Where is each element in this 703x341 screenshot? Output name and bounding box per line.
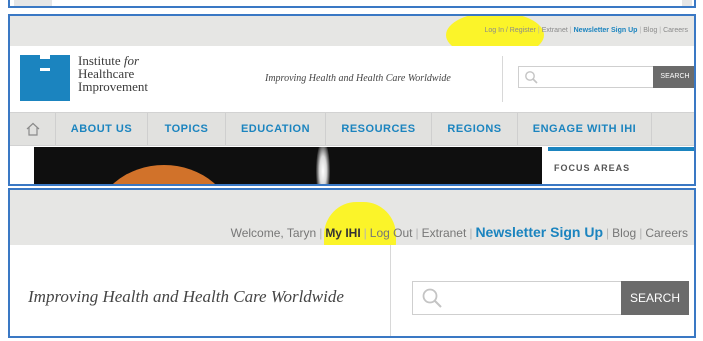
header-divider <box>502 56 503 102</box>
utility-links: Log In / Register | Extranet | Newsletter Si… <box>485 27 688 34</box>
log-out-link[interactable]: Log Out <box>370 226 413 240</box>
site-header: Improving Health and Health Care Worldwi… <box>10 245 694 336</box>
header-divider <box>390 245 391 336</box>
nav-about-us[interactable]: ABOUT US <box>56 113 148 145</box>
previous-screenshot-edge <box>0 0 703 12</box>
newsletter-link[interactable]: Newsletter Sign Up <box>475 224 603 240</box>
nav-regions[interactable]: REGIONS <box>432 113 518 145</box>
nav-resources[interactable]: RESOURCES <box>326 113 432 145</box>
search-input[interactable] <box>412 281 622 315</box>
logo-line-improvement: Improvement <box>78 79 149 94</box>
screenshot-frame <box>8 0 696 8</box>
screenshot-logged-out: Log In / Register | Extranet | Newsletter Si… <box>8 14 696 186</box>
focus-areas-accent <box>548 147 694 151</box>
login-register-link[interactable]: Log In / Register <box>485 27 536 34</box>
main-nav: ABOUT US TOPICS EDUCATION RESOURCES REGI… <box>10 112 694 146</box>
separator: | <box>606 226 610 240</box>
hero-orange-circle <box>94 165 234 184</box>
home-icon <box>26 122 40 136</box>
search-icon <box>422 288 442 308</box>
careers-link[interactable]: Careers <box>663 27 688 34</box>
nav-education[interactable]: EDUCATION <box>226 113 326 145</box>
ihi-logo-icon[interactable] <box>20 55 70 101</box>
screenshot-logged-in: Welcome, Taryn | My IHI | Log Out | Extranet | N… <box>8 188 696 338</box>
tagline: Improving Health and Health Care Worldwi… <box>265 73 451 84</box>
separator: | <box>639 226 643 240</box>
nav-home[interactable] <box>10 113 56 145</box>
newsletter-link[interactable]: Newsletter Sign Up <box>574 27 638 34</box>
nav-engage-with-ihi[interactable]: ENGAGE WITH IHI <box>518 113 652 145</box>
blog-link[interactable]: Blog <box>643 27 657 34</box>
hero-image[interactable] <box>34 147 542 184</box>
utility-bar: Welcome, Taryn | My IHI | Log Out | Extranet | N… <box>10 190 694 276</box>
separator: | <box>415 226 419 240</box>
welcome-text: Welcome, Taryn <box>230 226 317 240</box>
careers-link[interactable]: Careers <box>645 226 688 240</box>
scrollbar-remnant-right <box>682 0 692 6</box>
nav-topics[interactable]: TOPICS <box>148 113 226 145</box>
focus-areas-panel: FOCUS AREAS <box>548 147 694 184</box>
search-button[interactable]: SEARCH <box>653 66 694 88</box>
logo-wordmark[interactable]: Institute for Healthcare Improvement <box>78 54 148 93</box>
scrollbar-remnant <box>14 0 52 6</box>
site-header: Institute for Healthcare Improvement Imp… <box>10 46 694 110</box>
utility-links: Welcome, Taryn | My IHI | Log Out | Extranet | N… <box>231 224 688 240</box>
extranet-link[interactable]: Extranet <box>542 27 568 34</box>
search-button[interactable]: SEARCH <box>621 281 689 315</box>
utility-bar: Log In / Register | Extranet | Newsletter Si… <box>10 16 694 58</box>
separator: | <box>363 226 367 240</box>
separator: | <box>319 226 323 240</box>
search-icon <box>525 71 538 84</box>
blog-link[interactable]: Blog <box>612 226 636 240</box>
my-ihi-link[interactable]: My IHI <box>325 226 360 240</box>
focus-areas-title: FOCUS AREAS <box>554 163 631 173</box>
search-input[interactable] <box>518 66 654 88</box>
hero-light-flare <box>316 147 330 184</box>
extranet-link[interactable]: Extranet <box>422 226 467 240</box>
tagline: Improving Health and Health Care Worldwi… <box>28 287 344 306</box>
